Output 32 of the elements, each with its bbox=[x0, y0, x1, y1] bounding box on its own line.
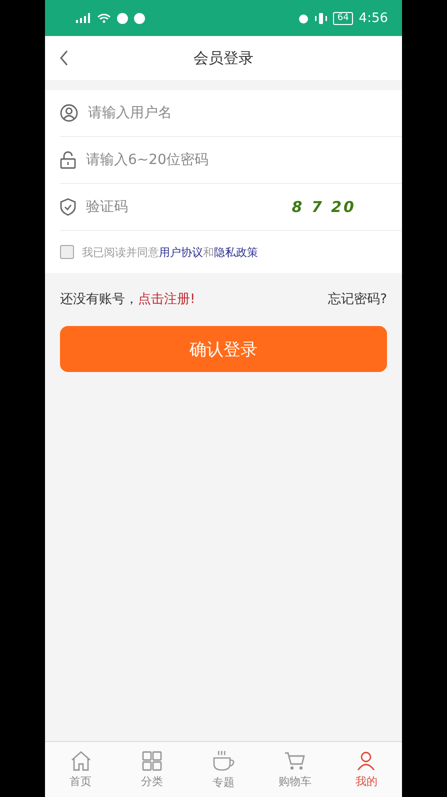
agreement-text: 我已阅读并同意用户协议和隐私政策 bbox=[82, 244, 258, 260]
tab-item[interactable]: 购物车 bbox=[259, 742, 331, 797]
user-agreement-link[interactable]: 用户协议 bbox=[159, 246, 203, 258]
lock-icon bbox=[60, 151, 76, 169]
forgot-password-link[interactable]: 忘记密码? bbox=[328, 290, 387, 308]
grid-icon bbox=[142, 750, 162, 770]
register-link[interactable]: 点击注册! bbox=[138, 292, 196, 307]
user-icon bbox=[356, 750, 376, 770]
register-prompt: 还没有账号，点击注册! bbox=[60, 291, 196, 308]
input-field[interactable]: 验证码 bbox=[84, 198, 284, 216]
clock-time: 4:56 bbox=[358, 10, 388, 26]
tab-item[interactable]: 我的 bbox=[330, 742, 402, 797]
wifi-icon bbox=[97, 13, 111, 23]
user-icon bbox=[60, 104, 78, 122]
battery-level: 64 bbox=[333, 12, 353, 24]
tab-item[interactable]: 首页 bbox=[45, 742, 116, 797]
home-icon bbox=[70, 750, 92, 770]
privacy-policy-link[interactable]: 隐私政策 bbox=[214, 246, 258, 258]
vibrate-icon bbox=[315, 12, 328, 24]
signal-icon bbox=[75, 13, 91, 23]
agreement-checkbox[interactable] bbox=[60, 245, 74, 259]
input-field[interactable]: 请输入6~20位密码 bbox=[84, 151, 402, 169]
captcha-image[interactable]: 8 7 20 bbox=[292, 198, 356, 216]
input-field[interactable]: 请输入用户名 bbox=[86, 104, 402, 122]
page-title: 会员登录 bbox=[194, 48, 254, 68]
cart-icon bbox=[284, 750, 306, 770]
tab-item[interactable]: 分类 bbox=[116, 742, 188, 797]
login-button[interactable]: 确认登录 bbox=[60, 326, 387, 372]
back-icon[interactable] bbox=[59, 50, 69, 66]
shield-icon bbox=[60, 198, 76, 216]
cup-icon bbox=[212, 750, 236, 772]
tab-item[interactable]: 专题 bbox=[188, 742, 260, 797]
